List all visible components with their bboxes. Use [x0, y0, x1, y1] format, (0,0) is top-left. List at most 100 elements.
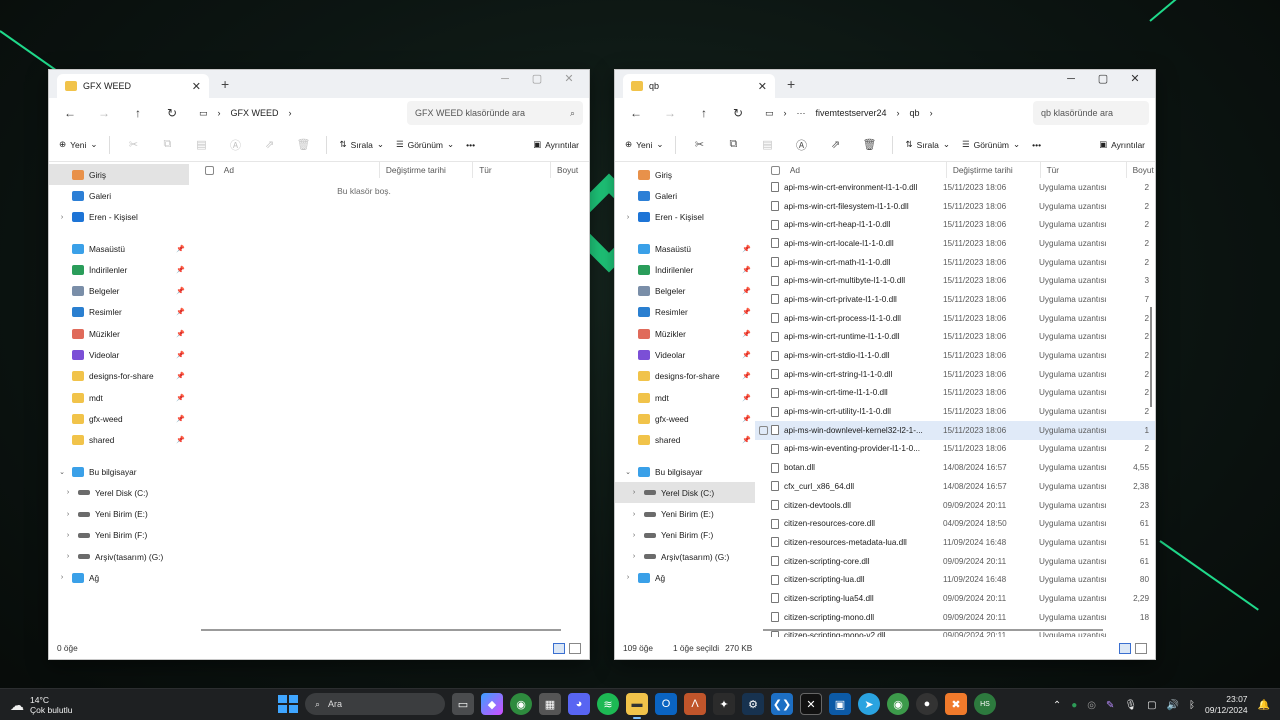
details-view-icon[interactable] — [1119, 642, 1131, 654]
paste-icon[interactable]: ▤ — [756, 138, 778, 151]
chevron-right-icon[interactable]: › — [63, 489, 73, 496]
start-button[interactable] — [276, 693, 298, 715]
chevron-right-icon[interactable]: › — [57, 214, 67, 221]
pin-icon[interactable]: 📌 — [742, 394, 751, 402]
chevron-right-icon[interactable]: › — [623, 574, 633, 581]
column-name[interactable]: Ad — [784, 162, 946, 178]
sidebar-item[interactable]: Galeri — [615, 185, 755, 206]
chrome-icon[interactable]: ◉ — [510, 693, 532, 715]
delete-icon[interactable]: 🗑 — [858, 138, 880, 151]
store-icon[interactable]: ▦ — [539, 693, 561, 715]
hs-app-icon[interactable]: HS — [974, 693, 996, 715]
details-button[interactable]: ▣ Ayrıntılar — [533, 139, 579, 150]
chevron-right-icon[interactable]: › — [63, 532, 73, 539]
steam-icon[interactable]: ⚙ — [742, 693, 764, 715]
breadcrumb-item[interactable]: fivemtestserver24 — [816, 108, 887, 118]
sidebar-item-drive[interactable]: › Yeni Birim (F:) — [615, 525, 755, 546]
column-size[interactable]: Boyut — [550, 162, 589, 178]
maximize-icon[interactable]: ▢ — [521, 70, 553, 90]
sidebar-item[interactable]: Videolar 📌 — [615, 344, 755, 365]
pin-icon[interactable]: 📌 — [176, 415, 185, 423]
table-row[interactable]: api-ms-win-downlevel-kernel32-l2-1-... 15… — [755, 420, 1155, 440]
sidebar-item-drive[interactable]: › Yeni Birim (F:) — [49, 525, 189, 546]
sidebar-item[interactable]: › Eren - Kişisel — [615, 207, 755, 228]
paste-icon[interactable]: ▤ — [190, 138, 212, 151]
table-row[interactable]: api-ms-win-crt-stdio-l1-1-0.dll 15/11/202… — [755, 346, 1155, 365]
file-list[interactable]: Ad Değiştirme tarihi Tür Boyut api-ms-wi… — [755, 162, 1155, 637]
xampp-icon[interactable]: ✖ — [945, 693, 967, 715]
breadcrumb-item[interactable]: GFX WEED — [231, 108, 279, 118]
pin-icon[interactable]: 📌 — [176, 308, 185, 316]
details-button[interactable]: ▣ Ayrıntılar — [1099, 139, 1145, 150]
sidebar-item-this-pc[interactable]: ⌄ Bu bilgisayar — [615, 461, 755, 482]
vertical-scrollbar[interactable] — [1150, 307, 1152, 407]
file-list[interactable]: Ad Değiştirme tarihi Tür Boyut Bu klasör… — [189, 162, 589, 637]
pin-icon[interactable]: 📌 — [176, 245, 185, 253]
table-row[interactable]: api-ms-win-crt-string-l1-1-0.dll 15/11/20… — [755, 365, 1155, 384]
copy-icon[interactable]: ⧉ — [722, 138, 744, 151]
pin-icon[interactable]: 📌 — [176, 287, 185, 295]
sort-button[interactable]: ⇅ Sırala ⌄ — [339, 139, 383, 150]
tray-app-icon[interactable]: ● — [1071, 700, 1077, 711]
chevron-right-icon[interactable]: › — [57, 574, 67, 581]
sidebar-item-network[interactable]: › Ağ — [49, 567, 189, 588]
affinity-icon[interactable]: Λ — [684, 693, 706, 715]
close-tab-icon[interactable]: ✕ — [758, 80, 767, 93]
tray-pen-icon[interactable]: ✎ — [1106, 700, 1114, 711]
search-box[interactable]: GFX WEED klasöründe ara ⌕ — [407, 101, 583, 125]
maximize-icon[interactable]: ▢ — [1087, 70, 1119, 90]
address-bar[interactable]: ▭ › GFX WEED › — [191, 101, 403, 125]
copy-icon[interactable]: ⧉ — [156, 138, 178, 151]
chevron-right-icon[interactable]: › — [63, 511, 73, 518]
sidebar-item-drive[interactable]: › Arşiv(tasarım) (G:) — [615, 546, 755, 567]
search-input[interactable]: GFX WEED klasöründe ara — [415, 108, 525, 118]
tiles-view-icon[interactable] — [1135, 642, 1147, 654]
sidebar-item[interactable]: shared 📌 — [49, 430, 189, 451]
close-window-icon[interactable]: ✕ — [553, 70, 585, 90]
pin-icon[interactable]: 📌 — [742, 351, 751, 359]
chevron-right-icon[interactable]: › — [629, 489, 639, 496]
task-view-icon[interactable]: ▭ — [452, 693, 474, 715]
new-button[interactable]: ⊕ Yeni ⌄ — [59, 139, 97, 150]
pin-icon[interactable]: 📌 — [742, 266, 751, 274]
obs-icon[interactable]: ● — [916, 693, 938, 715]
table-row[interactable]: api-ms-win-crt-locale-l1-1-0.dll 15/11/20… — [755, 234, 1155, 253]
column-name[interactable]: Ad — [218, 162, 379, 178]
sidebar-item-drive[interactable]: › Yeni Birim (E:) — [615, 503, 755, 524]
share-icon[interactable]: ⇗ — [258, 138, 280, 151]
table-row[interactable]: citizen-scripting-core.dll 09/09/2024 20:… — [755, 552, 1155, 571]
sidebar-item[interactable]: Giriş — [49, 164, 189, 186]
back-arrow-icon[interactable]: ← — [55, 106, 85, 120]
tiles-view-icon[interactable] — [569, 642, 581, 654]
chrome-profile-icon[interactable]: ◉ — [887, 693, 909, 715]
sidebar-item-drive[interactable]: › Yeni Birim (E:) — [49, 503, 189, 524]
outlook-icon[interactable]: O — [655, 693, 677, 715]
sidebar-item-drive[interactable]: › Yerel Disk (C:) — [49, 482, 189, 503]
select-all-checkbox[interactable] — [205, 165, 214, 175]
pin-icon[interactable]: 📌 — [176, 351, 185, 359]
pin-icon[interactable]: 📌 — [176, 372, 185, 380]
delete-icon[interactable]: 🗑 — [292, 138, 314, 151]
capcut-icon[interactable]: ✕ — [800, 693, 822, 715]
sidebar-item[interactable]: Galeri — [49, 185, 189, 206]
tab-qb[interactable]: qb ✕ — [623, 74, 775, 98]
clock[interactable]: 23:07 09/12/2024 — [1205, 694, 1248, 716]
chevron-right-icon[interactable]: › — [629, 511, 639, 518]
pin-icon[interactable]: 📌 — [742, 415, 751, 423]
minimize-icon[interactable]: ─ — [1055, 70, 1087, 90]
sidebar-item[interactable]: gfx-weed 📌 — [49, 408, 189, 429]
chevron-right-icon[interactable]: › — [629, 532, 639, 539]
explorer-window-gfx-weed[interactable]: GFX WEED ✕ + ─ ▢ ✕ ← → ↑ ↻ ▭ › GFX WEED … — [48, 69, 590, 660]
view-button[interactable]: ☰ Görünüm ⌄ — [396, 139, 454, 150]
sidebar-item[interactable]: Resimler 📌 — [49, 302, 189, 323]
sidebar-item-network[interactable]: › Ağ — [615, 567, 755, 588]
sidebar-item[interactable]: Belgeler 📌 — [49, 280, 189, 301]
chevron-down-icon[interactable]: ⌄ — [57, 468, 67, 476]
new-tab-icon[interactable]: + — [221, 76, 229, 92]
chevron-right-icon[interactable]: › — [629, 553, 639, 560]
spotify-icon[interactable]: ≋ — [597, 693, 619, 715]
up-arrow-icon[interactable]: ↑ — [689, 106, 719, 120]
pin-icon[interactable]: 📌 — [176, 436, 185, 444]
discord-icon[interactable]: ◕ — [568, 693, 590, 715]
sidebar-item[interactable]: designs-for-share 📌 — [615, 366, 755, 387]
